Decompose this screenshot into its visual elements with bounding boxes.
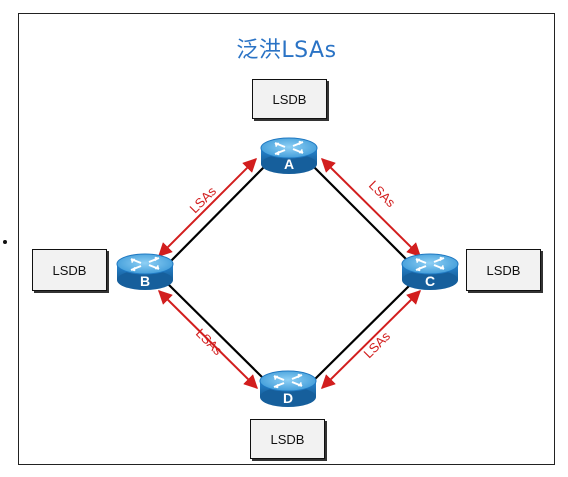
router-label-c: C	[425, 273, 435, 289]
lsa-label-c-d: LSAs	[361, 328, 394, 361]
lsa-arrow-a-b	[158, 158, 257, 257]
link-a-b	[166, 166, 265, 266]
router-label-b: B	[140, 273, 150, 289]
network-diagram: LSAs LSAs LSAs LSAs A B C D	[116, 137, 459, 408]
router-c: C	[401, 253, 459, 291]
router-d: D	[259, 370, 317, 408]
router-a: A	[260, 137, 318, 175]
link-c-d	[313, 282, 413, 381]
router-b: B	[116, 253, 174, 291]
lsa-label-a-c: LSAs	[366, 178, 399, 211]
router-label-a: A	[284, 156, 294, 172]
lsa-arrow-a-c	[321, 158, 421, 257]
link-b-d	[166, 282, 266, 381]
router-label-d: D	[283, 390, 293, 406]
link-a-c	[313, 166, 413, 266]
